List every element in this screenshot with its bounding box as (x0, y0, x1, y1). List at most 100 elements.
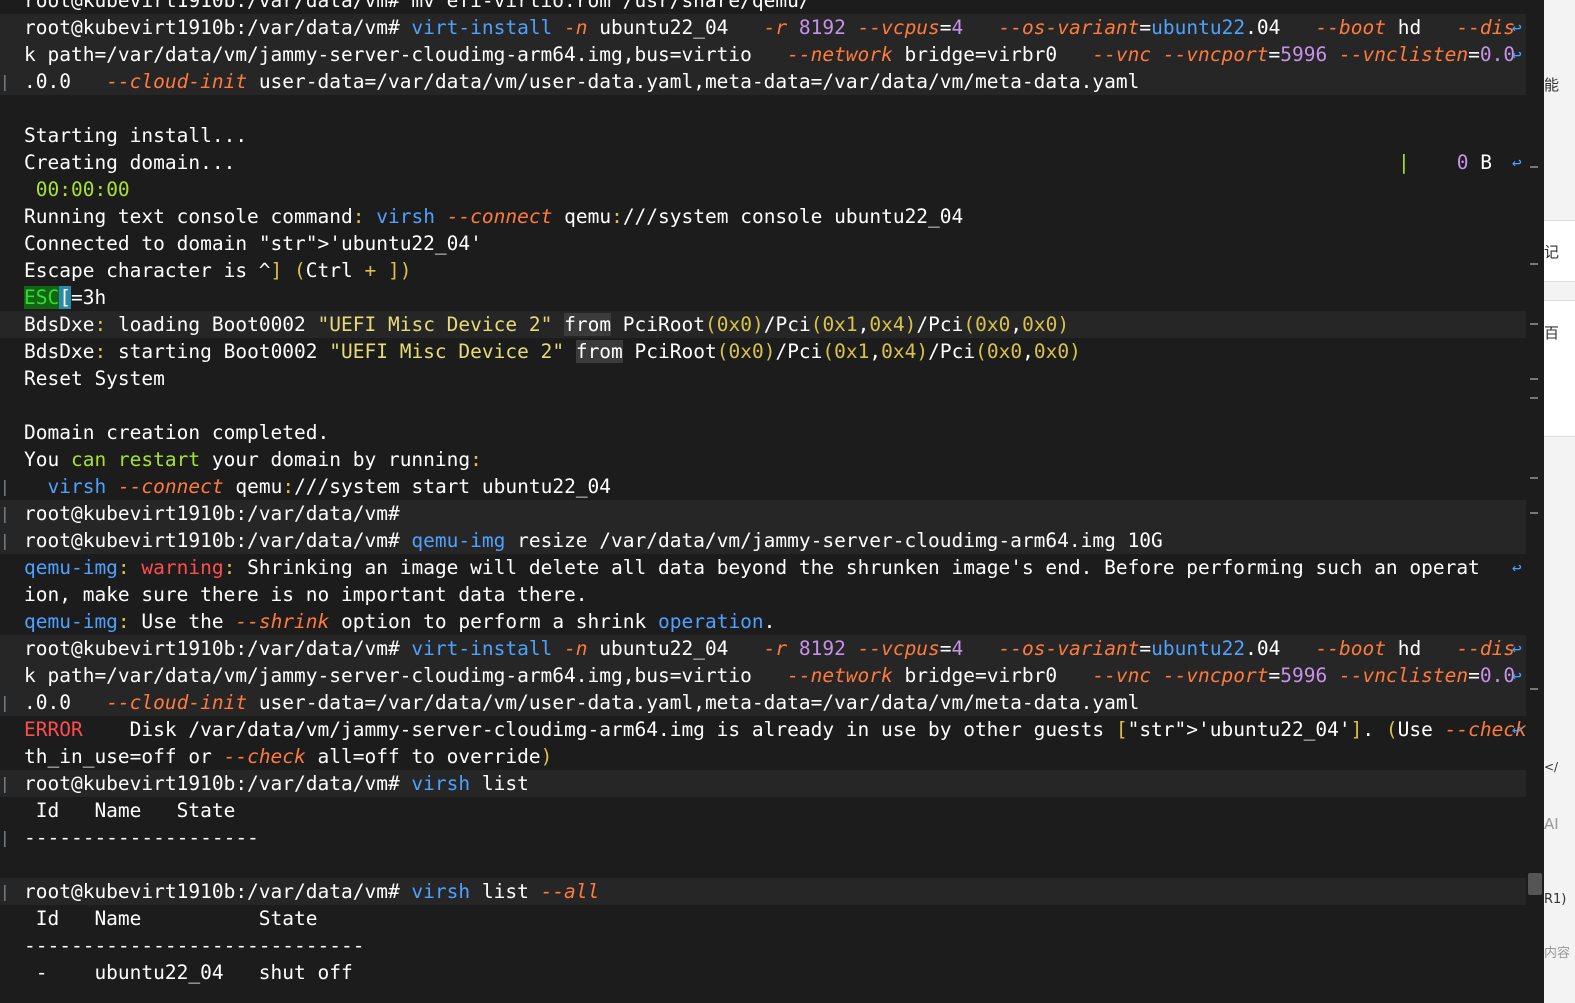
scroll-marker (1530, 512, 1538, 514)
terminal-line: ERROR Disk /var/data/vm/jammy-server-clo… (0, 716, 1527, 743)
terminal-line: Starting install... (0, 122, 1526, 149)
terminal-line-text: Starting install... (24, 124, 248, 147)
terminal-line-text: Creating domain... (24, 151, 236, 174)
scroll-marker (1530, 477, 1538, 479)
terminal-line: root@kubevirt1910b:/var/data/vm# virsh l… (0, 878, 1526, 905)
terminal-line: root@kubevirt1910b:/var/data/vm# qemu-im… (0, 527, 1526, 554)
terminal-line-text: virsh --connect qemu:///system start ubu… (47, 475, 612, 498)
terminal-line-text: root@kubevirt1910b:/var/data/vm# virt-in… (24, 637, 1516, 660)
terminal-line: k path=/var/data/vm/jammy-server-cloudim… (0, 41, 1526, 68)
terminal-line: Id Name State (0, 905, 1526, 932)
terminal-line-text: Id Name State (24, 799, 236, 822)
line-wrap-icon: ↩ (1512, 720, 1522, 739)
line-wrap-icon: ↩ (1512, 666, 1522, 685)
terminal-line-text: - ubuntu22_04 shut off (24, 961, 353, 984)
progress-rate: | 0 B (1398, 151, 1492, 174)
scroll-marker (1530, 263, 1538, 265)
side-text: 能 (1544, 76, 1560, 94)
terminal-line-text: Running text console command: virsh --co… (24, 205, 964, 228)
terminal-line-text: Connected to domain "str">'ubuntu22_04' (24, 232, 482, 255)
terminal-line-text: Escape character is ^] (Ctrl + ]) (24, 259, 412, 282)
terminal-line: .0.0 --cloud-init user-data=/var/data/vm… (0, 68, 1526, 95)
terminal-line-text: Reset System (24, 367, 165, 390)
terminal-line: 00:00:00 (0, 176, 1526, 203)
terminal-line: -------------------- | (0, 824, 1526, 851)
terminal-line-text: root@kubevirt1910b:/var/data/vm# qemu-im… (24, 529, 1163, 552)
terminal-line: qemu-img: warning: Shrinking an image wi… (0, 554, 1526, 581)
scroll-marker (1530, 323, 1538, 325)
line-marker: | (0, 72, 10, 91)
terminal-line-text: .0.0 --cloud-init user-data=/var/data/vm… (24, 70, 1140, 93)
terminal-line-text: qemu-img: Use the --shrink option to per… (24, 610, 776, 633)
terminal-line: .0.0 --cloud-init user-data=/var/data/vm… (0, 689, 1526, 716)
terminal-line-text: ----------------------------- (24, 934, 365, 957)
line-wrap-icon: ↩ (1512, 45, 1522, 64)
line-marker: | (0, 504, 10, 523)
terminal-line: th_in_use=off or --check all=off to over… (0, 743, 1526, 770)
terminal-line: Connected to domain "str">'ubuntu22_04' (0, 230, 1526, 257)
terminal-line-text: th_in_use=off or --check all=off to over… (24, 745, 553, 768)
terminal-line-text: .0.0 --cloud-init user-data=/var/data/vm… (24, 691, 1140, 714)
terminal-line-text: k path=/var/data/vm/jammy-server-cloudim… (24, 43, 1516, 66)
terminal-line-text: ERROR Disk /var/data/vm/jammy-server-clo… (24, 718, 1527, 741)
terminal-line-text: 00:00:00 (35, 178, 130, 201)
terminal-line: You can restart your domain by running: (0, 446, 1526, 473)
line-wrap-icon: ↩ (1512, 639, 1522, 658)
side-text: R1) (1544, 892, 1567, 907)
terminal-line-text: ESC[=3h (24, 286, 107, 309)
terminal-line-text: root@kubevirt1910b:/var/data/vm# virsh l… (24, 880, 600, 903)
terminal-line: root@kubevirt1910b:/var/data/vm# | (0, 500, 1526, 527)
side-text: 记 (1544, 243, 1560, 261)
scroll-marker (1530, 688, 1538, 690)
side-text: 百 (1544, 324, 1560, 342)
side-text: 内容 (1544, 946, 1571, 961)
terminal-line: virsh --connect qemu:///system start ubu… (0, 473, 1526, 500)
terminal-line-text: root@kubevirt1910b:/var/data/vm# mv efi-… (24, 0, 811, 12)
terminal-line-text: BdsDxe: starting Boot0002 "UEFI Misc Dev… (24, 340, 1081, 363)
terminal-line-text: root@kubevirt1910b:/var/data/vm# virt-in… (24, 16, 1516, 39)
line-marker: | (0, 828, 10, 847)
terminal-line: root@kubevirt1910b:/var/data/vm# virsh l… (0, 770, 1526, 797)
terminal-line: k path=/var/data/vm/jammy-server-cloudim… (0, 662, 1526, 689)
terminal-line: Reset System (0, 365, 1526, 392)
terminal-line: Creating domain... ↩ | 0 B (0, 149, 1526, 176)
line-wrap-icon: ↩ (1512, 153, 1522, 172)
terminal-line: Running text console command: virsh --co… (0, 203, 1526, 230)
terminal-window[interactable]: root@kubevirt1910b:/var/data/vm# mv efi-… (0, 0, 1538, 1003)
terminal-line: Domain creation completed. (0, 419, 1526, 446)
line-marker: | (0, 882, 10, 901)
terminal-line-text: You can restart your domain by running: (24, 448, 482, 471)
terminal-line-text: Domain creation completed. (24, 421, 330, 444)
terminal-line: BdsDxe: starting Boot0002 "UEFI Misc Dev… (0, 338, 1526, 365)
terminal-line: root@kubevirt1910b:/var/data/vm# virt-in… (0, 14, 1526, 41)
terminal-line: ----------------------------- (0, 932, 1526, 959)
scroll-marker (1530, 166, 1538, 168)
terminal-line-text: ion, make sure there is no important dat… (24, 583, 588, 606)
terminal-line-text: BdsDxe: loading Boot0002 "UEFI Misc Devi… (24, 313, 1070, 336)
terminal-line: root@kubevirt1910b:/var/data/vm# virt-in… (0, 635, 1526, 662)
terminal-line-text: qemu-img: warning: Shrinking an image wi… (24, 556, 1480, 579)
line-wrap-icon: ↩ (1512, 558, 1522, 577)
terminal-line-text: root@kubevirt1910b:/var/data/vm# virsh l… (24, 772, 529, 795)
side-text: </ (1544, 760, 1559, 774)
scroll-marker (1530, 378, 1538, 380)
side-text: AI (1544, 815, 1559, 833)
terminal-line-text: root@kubevirt1910b:/var/data/vm# (24, 502, 400, 525)
scrollbar-thumb[interactable] (1528, 873, 1542, 895)
terminal-line-text: Id Name State (24, 907, 318, 930)
line-marker: | (0, 477, 10, 496)
line-wrap-icon: ↩ (1512, 18, 1522, 37)
terminal-line: root@kubevirt1910b:/var/data/vm# mv efi-… (0, 0, 1526, 14)
terminal-line: Id Name State (0, 797, 1526, 824)
terminal-line-text: -------------------- (24, 826, 259, 849)
terminal-line: ESC[=3h (0, 284, 1526, 311)
terminal-line: Escape character is ^] (Ctrl + ]) (0, 257, 1526, 284)
terminal-line: qemu-img: Use the --shrink option to per… (0, 608, 1526, 635)
terminal-scrollbar[interactable] (1526, 0, 1544, 1003)
scroll-marker (1530, 397, 1538, 399)
terminal-line: BdsDxe: loading Boot0002 "UEFI Misc Devi… (0, 311, 1526, 338)
side-card[interactable] (1544, 300, 1575, 437)
